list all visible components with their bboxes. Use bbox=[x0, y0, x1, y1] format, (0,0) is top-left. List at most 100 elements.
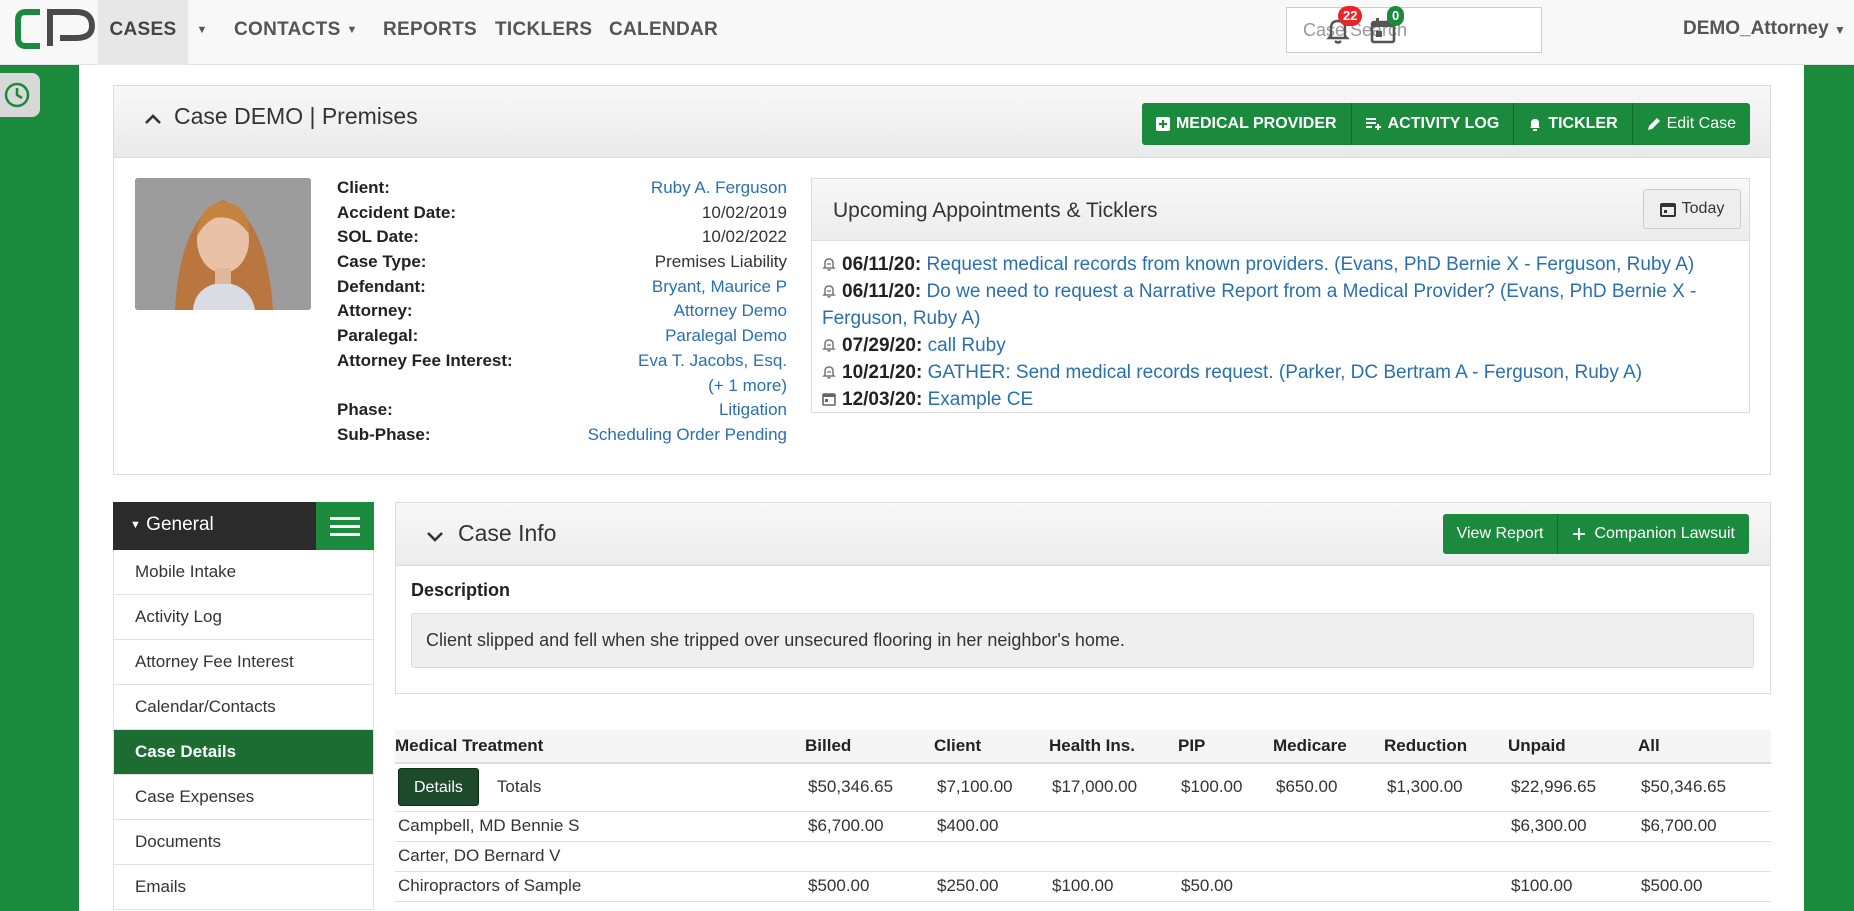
menu-items: Mobile Intake Activity Log Attorney Fee In… bbox=[113, 550, 374, 910]
totals-cell: $650.00 bbox=[1273, 763, 1384, 812]
details-button[interactable]: Details bbox=[398, 768, 479, 807]
calendar-icon bbox=[1659, 203, 1676, 217]
case-field-value[interactable]: Paralegal Demo bbox=[665, 326, 787, 351]
amount-cell bbox=[1273, 841, 1384, 872]
appointment-item: 10/21/20: GATHER: Send medical records r… bbox=[822, 359, 1739, 386]
nav-reports[interactable]: REPORTS bbox=[383, 0, 477, 65]
appointments-title: Upcoming Appointments & Ticklers bbox=[833, 199, 1158, 222]
totals-row: Details Totals $50,346.65 $7,100.00 $17,000.… bbox=[395, 763, 1771, 812]
case-field-value[interactable]: Attorney Demo bbox=[674, 301, 787, 326]
totals-label-cell: Details Totals bbox=[395, 763, 805, 812]
provider-name-cell[interactable]: Chiropractors of Sample bbox=[395, 871, 805, 902]
menu-item[interactable]: Case Details bbox=[113, 730, 374, 775]
totals-cell: $50,346.65 bbox=[805, 763, 934, 812]
medical-provider-button[interactable]: MEDICAL PROVIDER bbox=[1141, 103, 1352, 145]
left-sidebar-strip bbox=[0, 65, 79, 911]
appointment-link[interactable]: Do we need to request a Narrative Report… bbox=[822, 281, 1696, 329]
menu-item[interactable]: Activity Log bbox=[113, 595, 374, 640]
activity-log-button[interactable]: ACTIVITY LOG bbox=[1351, 103, 1515, 145]
column-header: Client bbox=[934, 730, 1049, 764]
hamburger-icon[interactable] bbox=[316, 502, 374, 550]
description-text: Client slipped and fell when she tripped… bbox=[411, 613, 1754, 668]
amount-cell bbox=[1384, 871, 1508, 902]
tickler-button[interactable]: TICKLER bbox=[1514, 103, 1633, 145]
menu-item[interactable]: Emails bbox=[113, 865, 374, 910]
medical-treatment-table: Medical Treatment Billed Client Health Ins.… bbox=[395, 730, 1771, 902]
appointment-link[interactable]: Request medical records from known provi… bbox=[927, 254, 1695, 275]
case-field-value[interactable]: Litigation bbox=[719, 400, 787, 425]
caret-down-icon: ▼ bbox=[130, 519, 141, 531]
appointment-item: 06/11/20: Do we need to request a Narrat… bbox=[822, 278, 1739, 332]
case-info-panel: Case Info View Report Companion Lawsuit … bbox=[395, 502, 1771, 694]
amount-cell bbox=[1178, 841, 1273, 872]
column-header: Medicare bbox=[1273, 730, 1384, 764]
case-fields: Client: Ruby A. Ferguson Accident Date: 10/… bbox=[337, 178, 787, 450]
provider-name-cell[interactable]: Carter, DO Bernard V bbox=[395, 841, 805, 872]
case-field-row: Client: Ruby A. Ferguson bbox=[337, 178, 787, 203]
case-field-label: Sub-Phase: bbox=[337, 424, 431, 444]
amount-cell bbox=[1384, 811, 1508, 842]
case-field-row: Attorney: Attorney Demo bbox=[337, 301, 787, 326]
case-field-value: Premises Liability bbox=[654, 252, 787, 272]
amount-cell: $100.00 bbox=[1049, 871, 1178, 902]
appointment-link[interactable]: GATHER: Send medical records request. (P… bbox=[928, 362, 1643, 383]
edit-case-button[interactable]: Edit Case bbox=[1632, 103, 1750, 145]
appointment-item: 06/11/20: Request medical records from k… bbox=[822, 251, 1739, 278]
column-header: Unpaid bbox=[1508, 730, 1638, 764]
amount-cell bbox=[1049, 811, 1178, 842]
menu-item[interactable]: Attorney Fee Interest bbox=[113, 640, 374, 685]
menu-item[interactable]: Documents bbox=[113, 820, 374, 865]
case-field-value[interactable]: Ruby A. Ferguson bbox=[651, 178, 787, 203]
menu-item[interactable]: Case Expenses bbox=[113, 775, 374, 820]
history-button[interactable] bbox=[0, 73, 40, 117]
case-field-label: Phase: bbox=[337, 400, 393, 420]
case-field-value[interactable]: (+ 1 more) bbox=[708, 376, 787, 401]
nav-cases[interactable]: CASES bbox=[98, 0, 188, 65]
appointments-list: 06/11/20: Request medical records from k… bbox=[812, 241, 1749, 413]
plus-square-icon bbox=[1155, 117, 1170, 131]
user-name: DEMO_Attorney bbox=[1683, 18, 1829, 39]
nav-ticklers[interactable]: TICKLERS bbox=[495, 0, 592, 65]
case-field-value[interactable]: Bryant, Maurice P bbox=[652, 277, 787, 302]
case-field-value[interactable]: Eva T. Jacobs, Esq. bbox=[638, 351, 787, 376]
app-logo[interactable] bbox=[14, 8, 96, 50]
amount-cell bbox=[1508, 841, 1638, 872]
case-panel-header: Case DEMO | Premises MEDICAL PROVIDER AC… bbox=[114, 86, 1770, 158]
menu-item[interactable]: Mobile Intake bbox=[113, 550, 374, 595]
user-menu[interactable]: DEMO_Attorney ▼ bbox=[1683, 0, 1846, 60]
nav-calendar[interactable]: CALENDAR bbox=[609, 0, 718, 65]
provider-name-cell[interactable]: Campbell, MD Bennie S bbox=[395, 811, 805, 842]
totals-cell: $22,996.65 bbox=[1508, 763, 1638, 812]
menu-general-toggle[interactable]: ▼ General bbox=[130, 514, 214, 536]
amount-cell: $6,700.00 bbox=[1638, 811, 1771, 842]
expand-chevron-icon[interactable] bbox=[424, 525, 446, 547]
case-info-title: Case Info bbox=[458, 520, 557, 546]
companion-lawsuit-button[interactable]: Companion Lawsuit bbox=[1558, 514, 1749, 554]
case-field-label: Client: bbox=[337, 178, 390, 197]
appointment-link[interactable]: call Ruby bbox=[928, 335, 1006, 356]
table-row: Carter, DO Bernard V bbox=[395, 841, 1771, 872]
column-header: All bbox=[1638, 730, 1771, 764]
contacts-caret-icon[interactable]: ▼ bbox=[338, 0, 366, 65]
case-info-buttons: View Report Companion Lawsuit bbox=[1442, 514, 1749, 554]
nav-contacts[interactable]: CONTACTS bbox=[234, 0, 341, 65]
totals-label: Totals bbox=[496, 777, 542, 797]
cases-caret-icon[interactable]: ▼ bbox=[188, 0, 216, 65]
tickler-icon bbox=[822, 333, 836, 352]
today-button[interactable]: Today bbox=[1643, 189, 1741, 229]
appointment-link[interactable]: Example CE bbox=[928, 389, 1034, 410]
case-field-value[interactable]: Scheduling Order Pending bbox=[588, 425, 787, 450]
notifications-button[interactable]: 22 bbox=[1318, 6, 1363, 50]
menu-item[interactable]: Calendar/Contacts bbox=[113, 685, 374, 730]
case-field-value: 10/02/2022 bbox=[701, 227, 787, 247]
today-label: Today bbox=[1681, 200, 1725, 217]
amount-cell bbox=[1638, 841, 1771, 872]
calendar-button[interactable]: 0 bbox=[1363, 6, 1405, 50]
collapse-chevron-icon[interactable] bbox=[142, 108, 164, 130]
case-field-row: SOL Date: 10/02/2022 bbox=[337, 227, 787, 252]
case-field-row: Sub-Phase: Scheduling Order Pending bbox=[337, 425, 787, 450]
view-report-button[interactable]: View Report bbox=[1442, 514, 1559, 554]
playlist-add-icon bbox=[1365, 118, 1381, 130]
amount-cell: $500.00 bbox=[805, 871, 934, 902]
tickler-icon bbox=[822, 279, 836, 298]
